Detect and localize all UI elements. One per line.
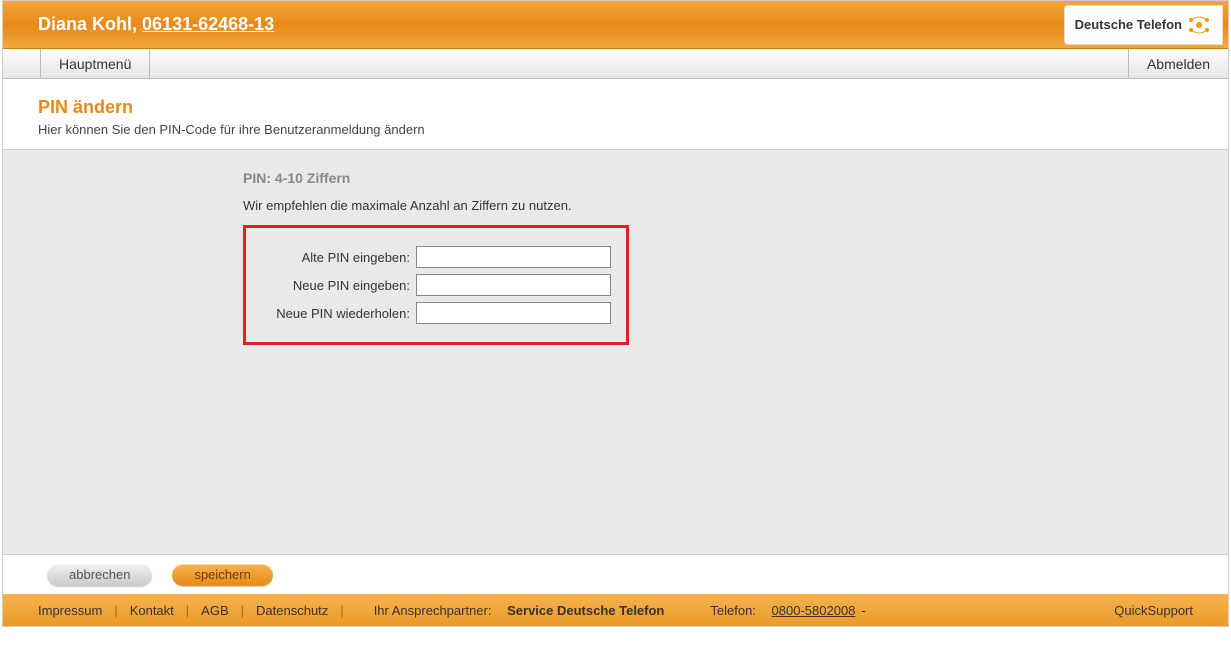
action-bar: abbrechen speichern [3,554,1228,594]
menu-bar: Hauptmenü Abmelden [3,49,1228,79]
highlight-box: Alte PIN eingeben: Neue PIN eingeben: Ne… [243,225,629,345]
footer-phone-label: Telefon: [710,603,756,618]
footer-bar: Impressum | Kontakt | AGB | Datenschutz … [3,594,1228,626]
form-hint: Wir empfehlen die maximale Anzahl an Zif… [243,198,1228,213]
content-header: PIN ändern Hier können Sie den PIN-Code … [3,79,1228,149]
header-bar: Diana Kohl, 06131-62468-13 Deutsche Tele… [3,1,1228,49]
main-content: PIN: 4-10 Ziffern Wir empfehlen die maxi… [3,149,1228,554]
save-button[interactable]: speichern [172,564,272,586]
cancel-button[interactable]: abbrechen [47,564,152,586]
new-pin-label: Neue PIN eingeben: [256,278,416,293]
footer-phone-link[interactable]: 0800-5802008 [772,603,856,618]
main-menu-button[interactable]: Hauptmenü [41,49,150,78]
user-name-text: Diana Kohl [38,14,132,34]
repeat-pin-input[interactable] [416,302,611,324]
header-user: Diana Kohl, 06131-62468-13 [38,14,274,35]
new-pin-input[interactable] [416,274,611,296]
footer-left: Impressum | Kontakt | AGB | Datenschutz … [38,603,866,618]
user-number-link[interactable]: 06131-62468-13 [142,14,274,34]
row-new-pin: Neue PIN eingeben: [256,274,611,296]
repeat-pin-label: Neue PIN wiederholen: [256,306,416,321]
footer-kontakt-link[interactable]: Kontakt [130,603,174,618]
form-section-title: PIN: 4-10 Ziffern [243,170,1228,186]
row-old-pin: Alte PIN eingeben: [256,246,611,268]
page-subtitle: Hier können Sie den PIN-Code für ihre Be… [38,122,1193,137]
footer-contact-label: Ihr Ansprechpartner: [374,603,492,618]
footer-impressum-link[interactable]: Impressum [38,603,102,618]
footer-datenschutz-link[interactable]: Datenschutz [256,603,328,618]
logo-text: Deutsche Telefon [1075,17,1182,32]
old-pin-label: Alte PIN eingeben: [256,250,416,265]
logo-icon [1186,12,1212,38]
footer-quicksupport-link[interactable]: QuickSupport [1114,603,1193,618]
old-pin-input[interactable] [416,246,611,268]
row-repeat-pin: Neue PIN wiederholen: [256,302,611,324]
footer-contact-value: Service Deutsche Telefon [507,603,664,618]
footer-agb-link[interactable]: AGB [201,603,228,618]
footer-sep: | [241,603,244,618]
page-title: PIN ändern [38,97,1193,118]
footer-sep: | [186,603,189,618]
menu-spacer [3,49,41,78]
logout-button[interactable]: Abmelden [1128,49,1228,78]
footer-sep: | [340,603,343,618]
brand-logo: Deutsche Telefon [1064,5,1223,45]
footer-phone-suffix: - [861,603,865,618]
footer-sep: | [114,603,117,618]
